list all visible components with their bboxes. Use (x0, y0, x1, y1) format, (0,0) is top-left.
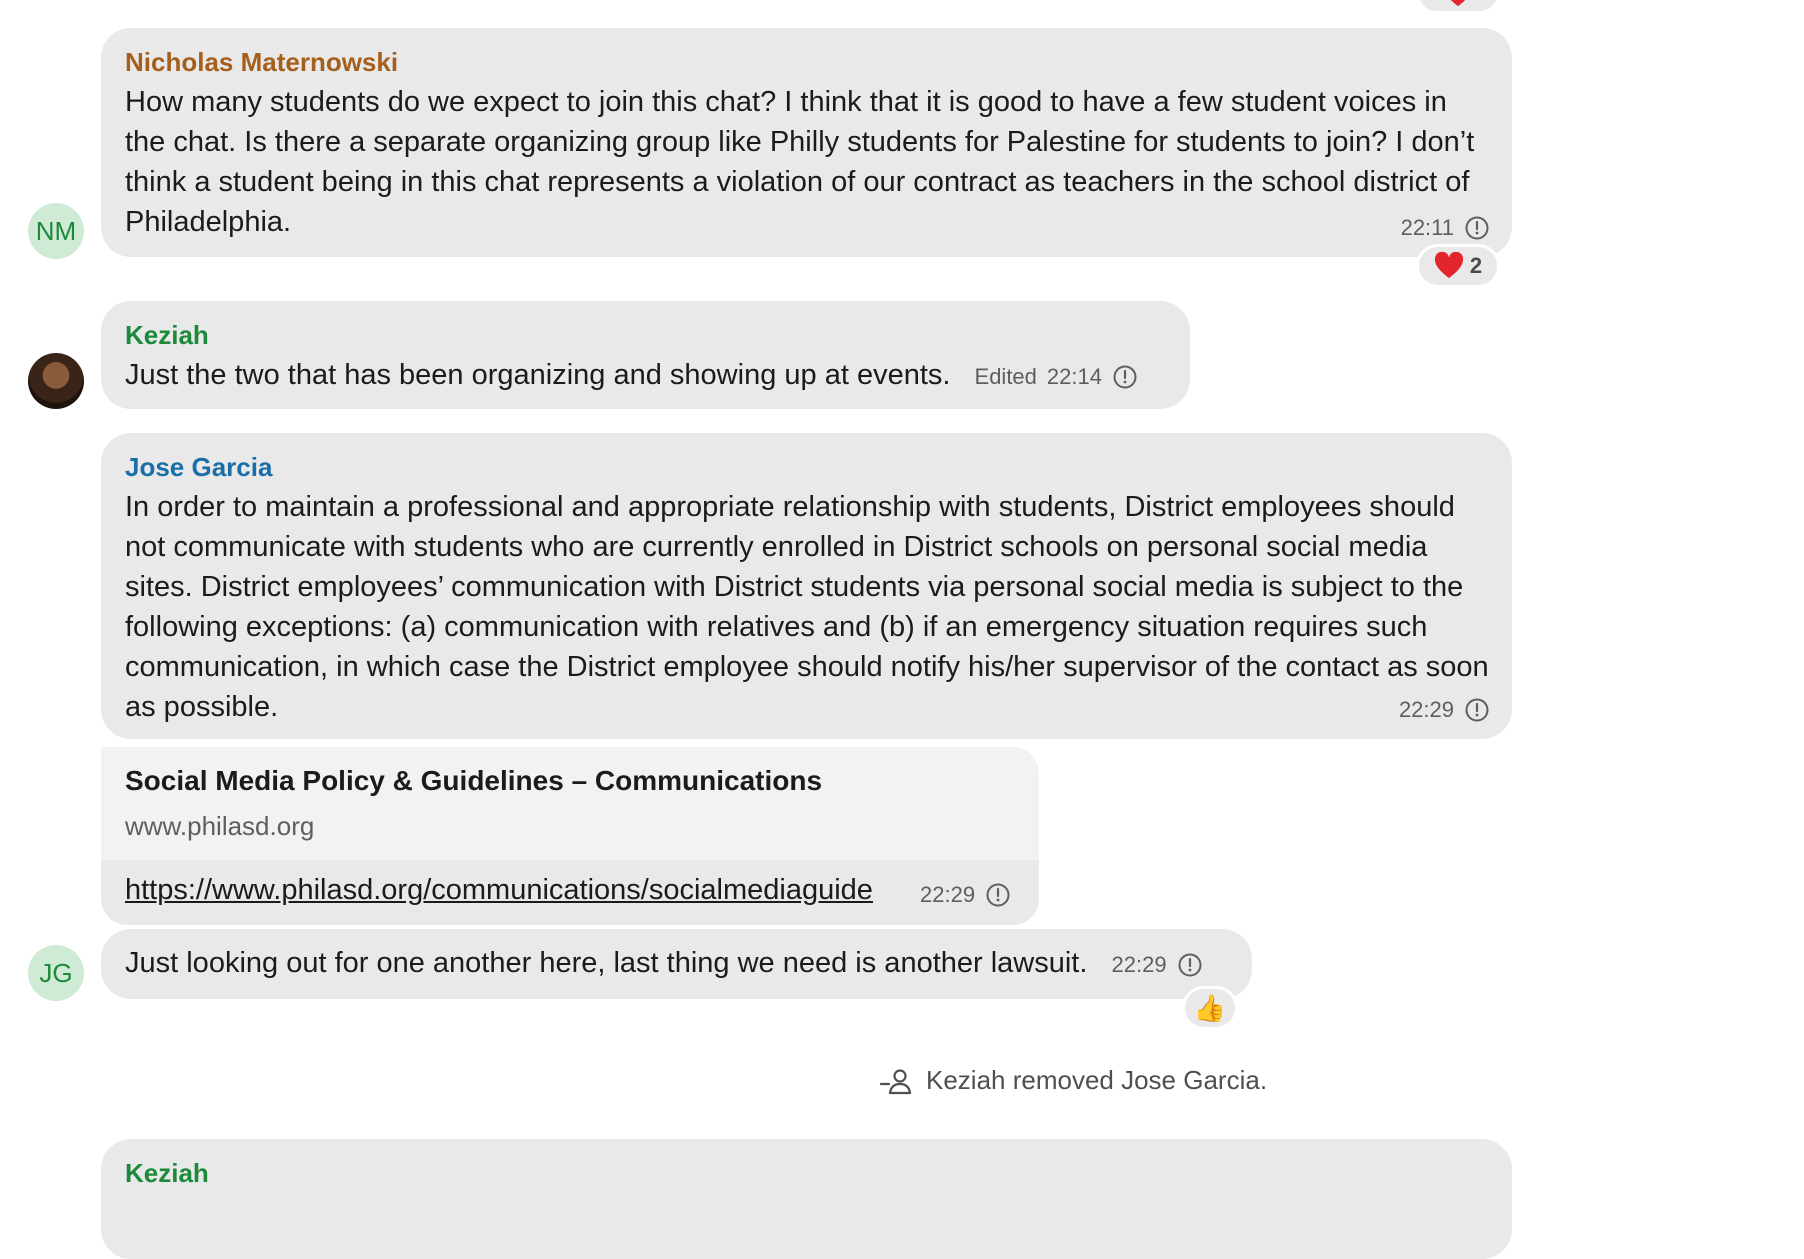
remove-user-icon (880, 1068, 912, 1094)
message-meta: 22:29 (1399, 697, 1490, 723)
link-url-row: https://www.philasd.org/communications/s… (101, 860, 1039, 925)
system-notice: Keziah removed Jose Garcia. (880, 1065, 1267, 1096)
message-time: 22:29 (1398, 697, 1454, 722)
system-notice-text: Keziah removed Jose Garcia. (926, 1065, 1268, 1095)
clock-icon (1465, 216, 1489, 240)
message-meta: 22:11 (1401, 215, 1490, 241)
message-meta: Edited 22:14 (975, 357, 1138, 397)
message-time: 22:29 (920, 882, 976, 907)
clock-icon (1113, 365, 1137, 389)
edited-label: Edited (974, 364, 1037, 389)
clock-icon (1465, 698, 1489, 722)
avatar-nm[interactable]: NM (28, 203, 84, 259)
clock-icon (986, 883, 1010, 907)
reaction-heart[interactable]: 2 (1416, 244, 1500, 288)
sender-name: Jose Garcia (125, 452, 273, 482)
reaction-partial-top[interactable] (1416, 0, 1500, 14)
message-bubble-jose-short[interactable]: Just looking out for one another here, l… (101, 929, 1252, 999)
message-text: In order to maintain a professional and … (125, 491, 1489, 723)
message-text: How many students do we expect to join t… (125, 86, 1475, 238)
clock-icon (1178, 953, 1202, 977)
message-bubble-keziah[interactable]: Keziah Just the two that has been organi… (101, 301, 1190, 409)
message-text: Just looking out for one another here, l… (125, 943, 1228, 985)
sender-name: Nicholas Maternowski (125, 47, 399, 77)
message-meta: 22:29 (1112, 945, 1203, 985)
avatar-jg[interactable]: JG (28, 945, 84, 1001)
message-bubble-jose[interactable]: Jose Garcia In order to maintain a profe… (101, 433, 1512, 739)
message-bubble-keziah-next[interactable]: Keziah (101, 1139, 1512, 1259)
heart-icon (1450, 0, 1466, 7)
thumbs-up-icon: 👍 (1193, 992, 1227, 1023)
message-time: 22:29 (1111, 952, 1167, 977)
message-time: 22:14 (1046, 364, 1102, 389)
sender-name: Keziah (125, 1158, 209, 1188)
link-title[interactable]: Social Media Policy & Guidelines – Commu… (125, 765, 822, 797)
link-preview-card[interactable]: Social Media Policy & Guidelines – Commu… (101, 747, 1039, 925)
link-url[interactable]: https://www.philasd.org/communications/s… (125, 874, 873, 907)
message-bubble-nicholas[interactable]: Nicholas Maternowski How many students d… (101, 28, 1512, 257)
message-text: Just the two that has been organizing an… (125, 355, 1166, 397)
link-domain: www.philasd.org (125, 811, 315, 841)
reaction-count: 2 (1469, 253, 1483, 278)
sender-name: Keziah (125, 320, 209, 350)
heart-icon (1434, 252, 1463, 279)
reaction-thumbs-up[interactable]: 👍 (1182, 986, 1238, 1030)
avatar-keziah-photo[interactable] (28, 353, 84, 409)
message-meta: 22:29 (920, 882, 1011, 908)
message-time: 22:11 (1400, 215, 1454, 240)
